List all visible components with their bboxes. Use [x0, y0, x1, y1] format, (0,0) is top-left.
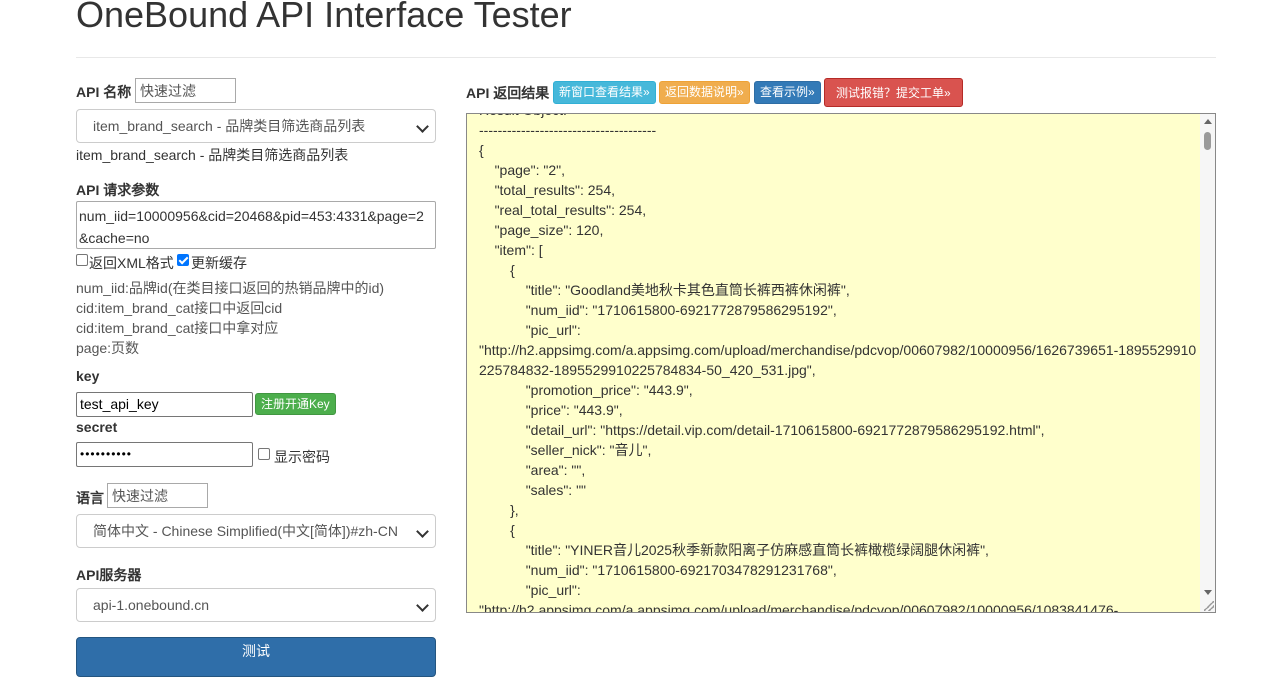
- param-help-2: cid:item_brand_cat接口中返回cid: [76, 300, 283, 316]
- result-text: Result Object: -------------------------…: [479, 114, 1197, 613]
- chevron-down-icon: [416, 525, 429, 538]
- server-select[interactable]: api-1.onebound.cn: [76, 588, 436, 622]
- language-select-value: 简体中文 - Chinese Simplified(中文[简体])#zh-CN: [93, 523, 398, 539]
- api-description: item_brand_search - 品牌类目筛选商品列表: [76, 147, 349, 163]
- show-password-checkbox[interactable]: [258, 448, 270, 460]
- result-textarea[interactable]: Result Object: -------------------------…: [466, 113, 1216, 613]
- params-textarea[interactable]: num_iid=10000956&cid=20468&pid=453:4331&…: [76, 201, 436, 249]
- page-title: OneBound API Interface Tester: [76, 0, 572, 35]
- scroll-down-arrow-icon[interactable]: [1204, 590, 1212, 595]
- chevron-down-icon: [416, 120, 429, 133]
- scroll-thumb[interactable]: [1204, 132, 1211, 150]
- key-label: key: [76, 368, 100, 384]
- cache-checkbox[interactable]: [177, 254, 189, 266]
- server-label: API服务器: [76, 567, 142, 583]
- xml-checkbox[interactable]: [76, 254, 88, 266]
- test-button[interactable]: 测试: [76, 637, 436, 677]
- result-label: API 返回结果: [466, 85, 550, 101]
- new-window-button[interactable]: 新窗口查看结果»: [553, 81, 656, 104]
- secret-input[interactable]: ••••••••••: [76, 442, 253, 467]
- api-filter-input[interactable]: [135, 78, 236, 103]
- language-label: 语言: [76, 490, 104, 506]
- example-button[interactable]: 查看示例»: [754, 81, 821, 104]
- scroll-up-arrow-icon[interactable]: [1204, 119, 1212, 124]
- data-doc-button[interactable]: 返回数据说明»: [659, 81, 750, 104]
- show-password-label: 显示密码: [274, 449, 330, 465]
- server-select-value: api-1.onebound.cn: [93, 597, 209, 613]
- title-divider: [76, 57, 1216, 58]
- api-select[interactable]: item_brand_search - 品牌类目筛选商品列表: [76, 109, 436, 143]
- key-input[interactable]: test_api_key: [76, 392, 253, 417]
- language-select[interactable]: 简体中文 - Chinese Simplified(中文[简体])#zh-CN: [76, 514, 436, 548]
- register-key-button[interactable]: 注册开通Key: [255, 393, 336, 415]
- secret-label: secret: [76, 419, 118, 435]
- language-filter-input[interactable]: [107, 483, 208, 508]
- resize-grip-icon[interactable]: [1204, 601, 1214, 611]
- result-scrollbar[interactable]: [1200, 114, 1215, 612]
- report-issue-button[interactable]: 测试报错？提交工单»: [824, 78, 963, 107]
- xml-checkbox-label: 返回XML格式: [89, 255, 174, 271]
- param-help-1: num_iid:品牌id(在类目接口返回的热销品牌中的id): [76, 280, 385, 296]
- param-help-3: cid:item_brand_cat接口中拿对应: [76, 320, 279, 336]
- chevron-down-icon: [416, 599, 429, 612]
- api-select-value: item_brand_search - 品牌类目筛选商品列表: [93, 118, 366, 134]
- cache-checkbox-label: 更新缓存: [191, 255, 247, 271]
- param-help-4: page:页数: [76, 340, 140, 356]
- api-name-label: API 名称: [76, 84, 132, 100]
- params-label: API 请求参数: [76, 182, 160, 198]
